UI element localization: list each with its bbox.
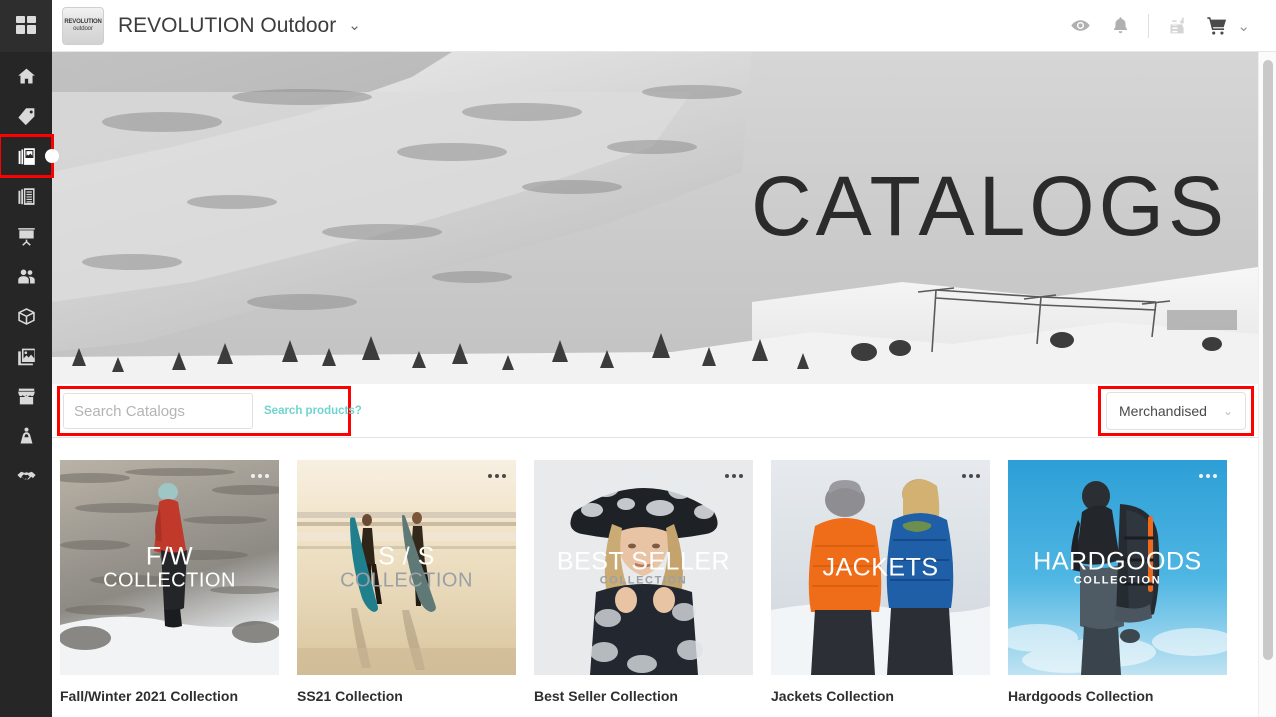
sidebar-item-partners[interactable]: [0, 456, 52, 496]
catalog-card[interactable]: F/W COLLECTION Fall/Winter 2021 Collection: [60, 460, 279, 717]
brand-chevron-down-icon[interactable]: ⌄: [348, 18, 361, 33]
tag-icon: [17, 107, 34, 125]
hero-banner: CATALOGS: [52, 52, 1258, 384]
card-more-options-icon[interactable]: [1199, 474, 1217, 478]
chevron-down-icon: ⌄: [1222, 404, 1233, 418]
header-divider: [1148, 13, 1150, 38]
sidebar-item-catalogs[interactable]: [0, 134, 54, 178]
sidebar-item-showroom[interactable]: [0, 376, 52, 416]
sidebar-item-home[interactable]: [0, 56, 52, 96]
app-root: REVOLUTION outdoor REVOLUTION Outdoor ⌄ …: [0, 0, 1276, 717]
home-icon: [17, 68, 35, 83]
lists-icon: [17, 187, 35, 205]
card-more-options-icon[interactable]: [488, 474, 506, 478]
sort-highlight-box: Merchandised ⌄: [1098, 386, 1254, 436]
scrollbar-thumb[interactable]: [1263, 60, 1273, 660]
bell-icon[interactable]: [1100, 0, 1140, 52]
cart-icon[interactable]: [1197, 0, 1237, 52]
presentation-icon: [17, 227, 35, 246]
search-input[interactable]: [63, 393, 253, 429]
eye-icon[interactable]: [1060, 0, 1100, 52]
sidebar-item-products[interactable]: [0, 96, 52, 136]
top-header: REVOLUTION outdoor REVOLUTION Outdoor ⌄ …: [52, 0, 1276, 52]
card-image[interactable]: HARDGOODS COLLECTION: [1008, 460, 1227, 675]
hero-title: CATALOGS: [751, 159, 1228, 253]
catalog-card[interactable]: JACKETS Jackets Collection: [771, 460, 990, 717]
search-highlight-box: Search products?: [57, 386, 362, 436]
user-chevron-down-icon[interactable]: ⌄: [1237, 17, 1276, 35]
sidebar-item-contacts[interactable]: [0, 256, 52, 296]
images-icon: [17, 348, 35, 365]
card-title: Hardgoods Collection: [1008, 688, 1154, 704]
card-more-options-icon[interactable]: [725, 474, 743, 478]
sort-dropdown-value: Merchandised: [1119, 403, 1207, 419]
package-icon: [17, 307, 35, 325]
catalog-card[interactable]: BEST SELLER COLLECTION Best Seller Collect…: [534, 460, 753, 717]
sidebar-item-lists[interactable]: [0, 176, 52, 216]
card-title: Fall/Winter 2021 Collection: [60, 688, 239, 704]
card-title: Jackets Collection: [771, 688, 894, 704]
card-image[interactable]: JACKETS: [771, 460, 990, 675]
catalog-card[interactable]: HARDGOODS COLLECTION Hardgoods Collection: [1008, 460, 1227, 717]
sort-dropdown[interactable]: Merchandised ⌄: [1106, 392, 1246, 430]
filter-bar: Search products? Merchandised ⌄: [52, 384, 1258, 438]
sidebar-item-presentations[interactable]: [0, 216, 52, 256]
search-products-link[interactable]: Search products?: [264, 405, 362, 417]
people-icon: [17, 269, 35, 283]
catalog-card-grid: F/W COLLECTION Fall/Winter 2021 Collection: [52, 448, 1258, 717]
card-title: Best Seller Collection: [534, 688, 678, 704]
brand-logo-line2: outdoor: [73, 25, 93, 32]
mannequin-icon: [20, 427, 32, 443]
catalog-card[interactable]: S / S COLLECTION SS21 Collection: [297, 460, 516, 717]
card-more-options-icon[interactable]: [251, 474, 269, 478]
page-scrollbar[interactable]: [1258, 52, 1276, 717]
card-image[interactable]: S / S COLLECTION: [297, 460, 516, 675]
sidebar-item-assets[interactable]: [0, 336, 52, 376]
sidebar-item-lookbook[interactable]: [0, 416, 52, 456]
catalog-icon: [18, 147, 35, 165]
card-image[interactable]: F/W COLLECTION: [60, 460, 279, 675]
card-more-options-icon[interactable]: [962, 474, 980, 478]
storefront-icon: [17, 388, 35, 404]
page-title: REVOLUTION Outdoor: [118, 13, 337, 37]
grid-icon: [16, 16, 36, 36]
app-launcher-button[interactable]: [0, 0, 52, 52]
list-star-icon[interactable]: [1157, 0, 1197, 52]
handshake-icon: [16, 471, 36, 480]
sidebar-item-orders[interactable]: [0, 296, 52, 336]
sidebar-item-list: [0, 52, 54, 496]
sidebar: [0, 0, 54, 717]
card-image[interactable]: BEST SELLER COLLECTION: [534, 460, 753, 675]
brand-logo: REVOLUTION outdoor: [62, 6, 104, 45]
card-title: SS21 Collection: [297, 688, 403, 704]
